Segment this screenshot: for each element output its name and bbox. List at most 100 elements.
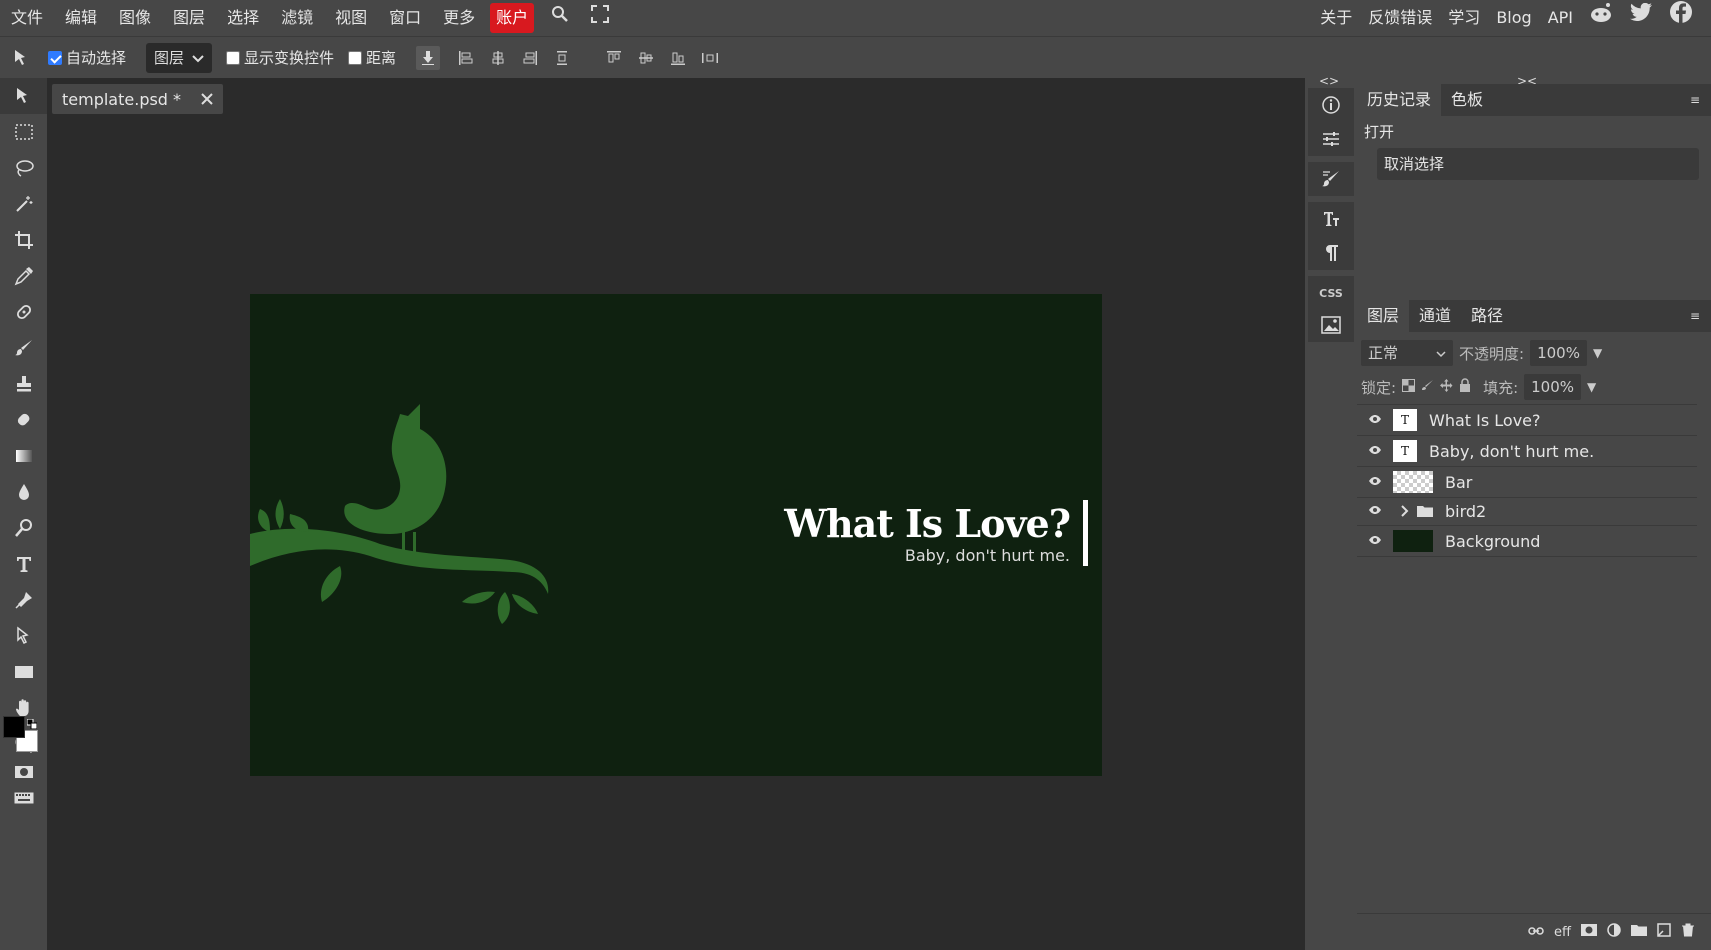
distance-checkbox[interactable]: 距离 [348,47,396,68]
align-top-icon[interactable] [602,46,626,70]
menu-window[interactable]: 窗口 [378,0,432,36]
layer-row[interactable]: Background [1357,526,1697,557]
menu-report-bug[interactable]: 反馈错误 [1360,0,1440,36]
blend-mode-dropdown[interactable]: 正常 [1361,340,1453,366]
checkbox-unchecked-icon[interactable] [226,50,241,65]
new-group-icon[interactable] [1631,924,1647,940]
eraser-tool-icon[interactable] [0,402,47,438]
auto-select-target-dropdown[interactable]: 图层 [146,42,213,73]
adjustments-icon[interactable] [1308,122,1354,156]
layer-row[interactable]: T Baby, don't hurt me. [1357,436,1697,467]
visibility-eye-icon[interactable] [1357,504,1393,519]
lasso-tool-icon[interactable] [0,150,47,186]
visibility-eye-icon[interactable] [1357,444,1393,459]
menu-edit[interactable]: 编辑 [54,0,108,36]
tab-swatches[interactable]: 色板 [1441,84,1493,116]
fullscreen-icon[interactable] [580,0,620,36]
link-layers-icon[interactable] [1528,925,1544,940]
menu-blog[interactable]: Blog [1488,0,1539,36]
lock-position-icon[interactable] [1440,378,1453,396]
history-item[interactable]: 打开 [1357,116,1711,148]
menu-filter[interactable]: 滤镜 [270,0,324,36]
magic-wand-tool-icon[interactable] [0,186,47,222]
swap-colors-icon[interactable] [26,715,38,730]
layer-effects-icon[interactable]: eff [1554,925,1571,940]
tab-history[interactable]: 历史记录 [1357,84,1442,116]
brush-settings-icon[interactable] [1308,162,1354,196]
search-icon[interactable] [540,0,580,36]
keyboard-icon[interactable] [0,786,47,810]
crop-tool-icon[interactable] [0,222,47,258]
panel-menu-icon[interactable]: ≡ [1687,92,1703,108]
info-icon[interactable] [1308,88,1354,122]
facebook-icon[interactable] [1661,0,1701,36]
move-tool-options-icon[interactable] [10,46,34,70]
menu-about[interactable]: 关于 [1312,0,1360,36]
eyedropper-tool-icon[interactable] [0,258,47,294]
download-icon[interactable] [416,45,441,70]
expand-panels-icon[interactable]: <> [1319,74,1339,88]
opacity-input[interactable]: 100% [1530,340,1587,366]
panel-menu-icon[interactable]: ≡ [1687,308,1703,324]
delete-layer-icon[interactable] [1681,923,1695,941]
menu-select[interactable]: 选择 [216,0,270,36]
menu-image[interactable]: 图像 [108,0,162,36]
adjustment-layer-icon[interactable] [1607,923,1621,941]
tab-channels[interactable]: 通道 [1409,300,1461,332]
visibility-eye-icon[interactable] [1357,475,1393,490]
align-bottom-icon[interactable] [666,46,690,70]
opacity-dropdown-icon[interactable]: ▼ [1593,346,1602,360]
checkbox-unchecked-icon[interactable] [348,50,363,65]
document-tab[interactable]: template.psd * [52,84,224,114]
menu-file[interactable]: 文件 [0,0,54,36]
paragraph-icon[interactable] [1308,236,1354,270]
align-right-icon[interactable] [518,46,542,70]
menu-account[interactable]: 账户 [490,3,535,33]
close-icon[interactable] [201,90,213,109]
gradient-tool-icon[interactable] [0,438,47,474]
blur-tool-icon[interactable] [0,474,47,510]
menu-more[interactable]: 更多 [432,0,486,36]
reddit-icon[interactable] [1581,0,1621,36]
fill-input[interactable]: 100% [1524,374,1582,400]
css-panel-button[interactable]: CSS [1308,276,1354,310]
menu-api[interactable]: API [1540,0,1581,36]
brush-tool-icon[interactable] [0,330,47,366]
checkbox-checked-icon[interactable] [48,50,62,65]
layer-group-row[interactable]: bird2 [1357,498,1697,526]
auto-select-checkbox[interactable]: 自动选择 [48,47,126,68]
layer-row[interactable]: Bar [1357,467,1697,498]
menu-learn[interactable]: 学习 [1440,0,1488,36]
history-item-selected[interactable]: 取消选择 [1377,148,1699,180]
add-mask-icon[interactable] [1581,924,1597,940]
tab-paths[interactable]: 路径 [1461,300,1513,332]
pen-tool-icon[interactable] [0,582,47,618]
path-select-tool-icon[interactable] [0,618,47,654]
foreground-color-swatch[interactable] [3,716,25,738]
healing-brush-tool-icon[interactable] [0,294,47,330]
image-icon[interactable] [1308,308,1354,342]
menu-layer[interactable]: 图层 [162,0,216,36]
document-canvas[interactable]: What Is Love? Baby, don't hurt me. [250,294,1102,776]
shape-tool-icon[interactable] [0,654,47,690]
show-transform-checkbox[interactable]: 显示变换控件 [226,47,334,68]
quick-mask-icon[interactable] [0,760,47,784]
visibility-eye-icon[interactable] [1357,534,1393,549]
menu-view[interactable]: 视图 [324,0,378,36]
twitter-icon[interactable] [1621,0,1661,36]
distribute-vertical-icon[interactable] [550,46,574,70]
distribute-horizontal-icon[interactable] [698,46,722,70]
type-tool-icon[interactable] [0,546,47,582]
lock-all-icon[interactable] [1459,378,1471,396]
dodge-tool-icon[interactable] [0,510,47,546]
visibility-eye-icon[interactable] [1357,413,1393,428]
expand-arrow-icon[interactable] [1393,502,1417,521]
layer-row[interactable]: T What Is Love? [1357,405,1697,436]
align-center-h-icon[interactable] [486,46,510,70]
align-middle-v-icon[interactable] [634,46,658,70]
move-tool-icon[interactable] [0,78,47,114]
lock-pixels-icon[interactable] [1421,378,1434,396]
character-icon[interactable] [1308,202,1354,236]
align-left-icon[interactable] [454,46,478,70]
color-swatches[interactable] [0,708,47,758]
